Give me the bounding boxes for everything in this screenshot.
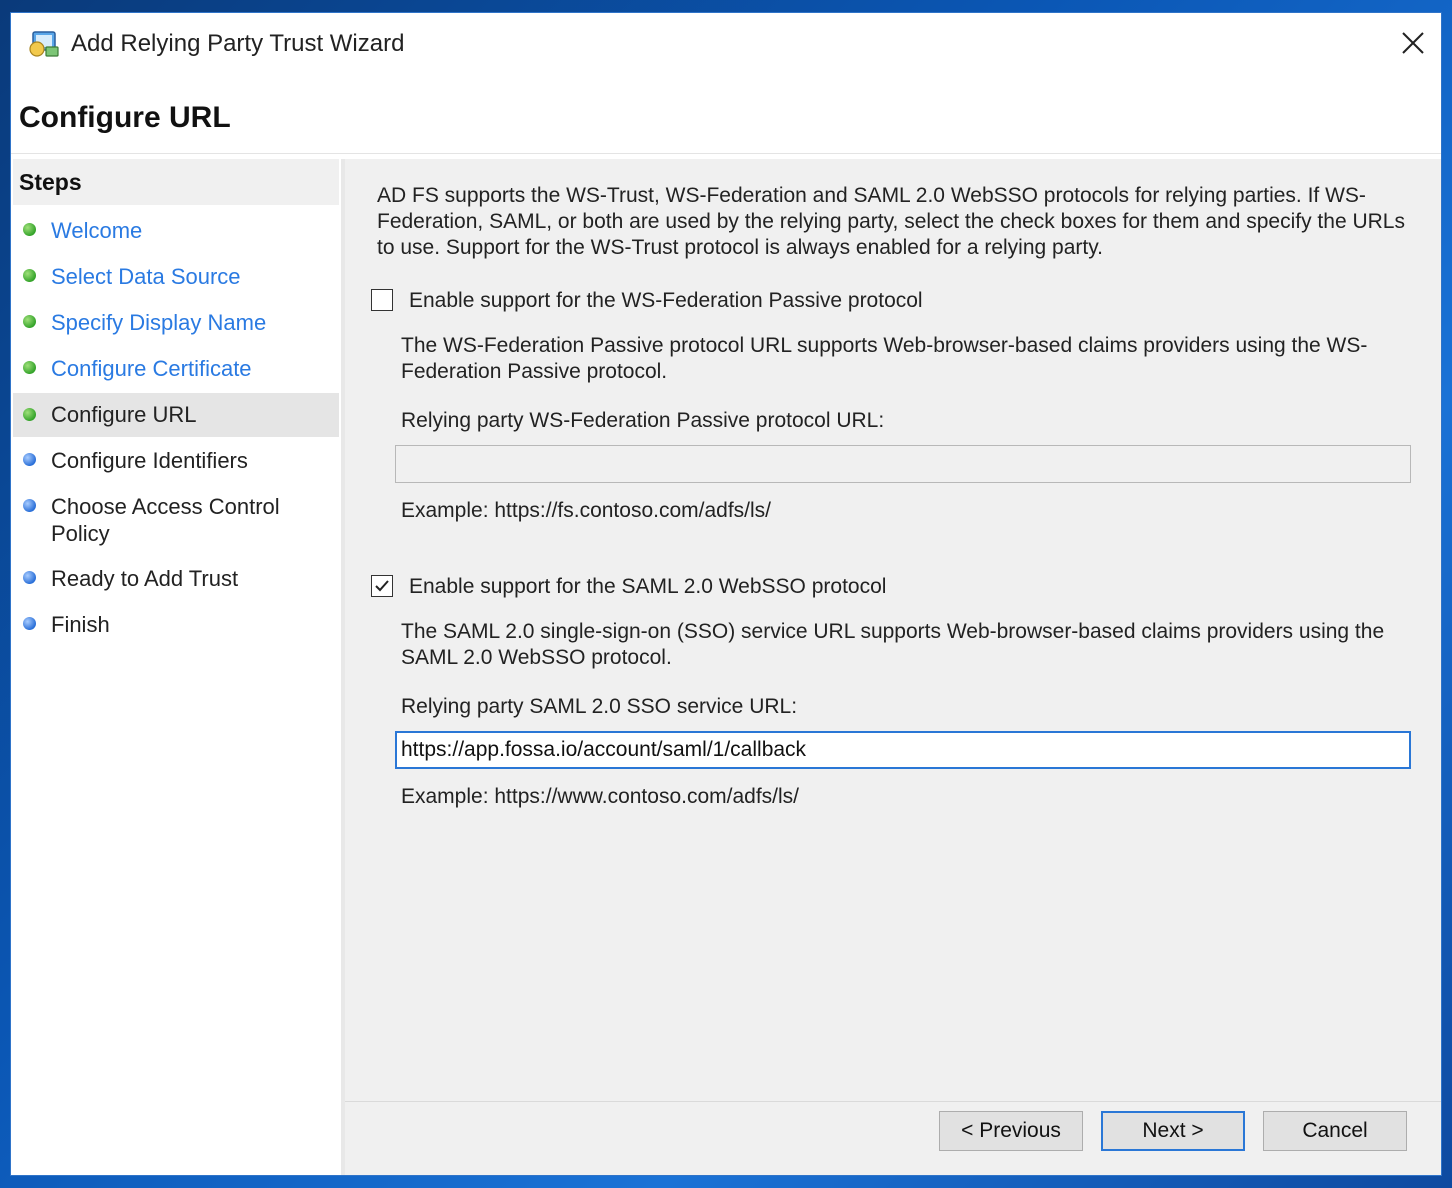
step-configure-certificate[interactable]: Configure Certificate xyxy=(13,351,339,387)
steps-heading: Steps xyxy=(13,159,339,205)
previous-button[interactable]: < Previous xyxy=(939,1111,1083,1151)
step-ready-to-add-trust: Ready to Add Trust xyxy=(13,561,339,597)
step-specify-display-name[interactable]: Specify Display Name xyxy=(13,305,339,341)
wsfed-url-label: Relying party WS-Federation Passive prot… xyxy=(401,409,885,432)
step-label: Welcome xyxy=(51,218,143,243)
header-divider xyxy=(11,153,1441,154)
step-label: Specify Display Name xyxy=(51,310,267,335)
window-title: Add Relying Party Trust Wizard xyxy=(71,30,405,57)
wsfed-checkbox-label[interactable]: Enable support for the WS-Federation Pas… xyxy=(409,289,923,313)
step-label: Finish xyxy=(51,612,110,637)
step-select-data-source[interactable]: Select Data Source xyxy=(13,259,339,295)
step-pending-icon xyxy=(23,571,36,584)
relying-party-wizard-icon xyxy=(29,31,59,57)
step-welcome[interactable]: Welcome xyxy=(13,213,339,249)
close-icon xyxy=(1402,32,1424,54)
step-label: Ready to Add Trust xyxy=(51,566,239,591)
step-pending-icon xyxy=(23,499,36,512)
saml-checkbox-label[interactable]: Enable support for the SAML 2.0 WebSSO p… xyxy=(409,575,886,599)
page-title: Configure URL xyxy=(19,101,231,134)
step-configure-identifiers: Configure Identifiers xyxy=(13,443,339,479)
cancel-button[interactable]: Cancel xyxy=(1263,1111,1407,1151)
step-pending-icon xyxy=(23,617,36,630)
title-bar: Add Relying Party Trust Wizard xyxy=(11,13,1441,75)
wizard-window: Add Relying Party Trust Wizard Configure… xyxy=(10,12,1442,1176)
checkmark-icon xyxy=(375,580,389,592)
saml-checkbox[interactable] xyxy=(371,575,393,597)
wsfed-checkbox[interactable] xyxy=(371,289,393,311)
saml-url-label: Relying party SAML 2.0 SSO service URL: xyxy=(401,695,798,718)
main-content: AD FS supports the WS-Trust, WS-Federati… xyxy=(345,159,1441,1175)
step-configure-url: Configure URL xyxy=(13,393,339,437)
step-label: Select Data Source xyxy=(51,264,241,289)
saml-example: Example: https://www.contoso.com/adfs/ls… xyxy=(401,785,799,808)
next-button[interactable]: Next > xyxy=(1101,1111,1245,1151)
step-complete-icon xyxy=(23,269,36,282)
step-complete-icon xyxy=(23,315,36,328)
footer-divider xyxy=(345,1101,1441,1102)
step-label: Configure Identifiers xyxy=(51,448,248,473)
step-complete-icon xyxy=(23,408,36,421)
step-label: Configure URL xyxy=(51,402,197,427)
step-choose-access-control-policy: Choose Access Control Policy xyxy=(13,489,339,549)
steps-panel: Steps Welcome Select Data Source Specify… xyxy=(13,159,339,1175)
step-finish: Finish xyxy=(13,607,339,643)
step-pending-icon xyxy=(23,453,36,466)
step-label: Choose Access Control Policy xyxy=(51,494,280,546)
wsfed-description: The WS-Federation Passive protocol URL s… xyxy=(401,334,1368,383)
step-label: Configure Certificate xyxy=(51,356,252,381)
intro-text: AD FS supports the WS-Trust, WS-Federati… xyxy=(377,184,1405,259)
wsfed-example: Example: https://fs.contoso.com/adfs/ls/ xyxy=(401,499,771,522)
saml-url-input[interactable] xyxy=(395,731,1411,769)
saml-description: The SAML 2.0 single-sign-on (SSO) servic… xyxy=(401,620,1385,669)
step-complete-icon xyxy=(23,223,36,236)
step-complete-icon xyxy=(23,361,36,374)
close-button[interactable] xyxy=(1391,21,1435,65)
wsfed-url-input[interactable] xyxy=(395,445,1411,483)
page-header: Configure URL xyxy=(11,75,1441,159)
